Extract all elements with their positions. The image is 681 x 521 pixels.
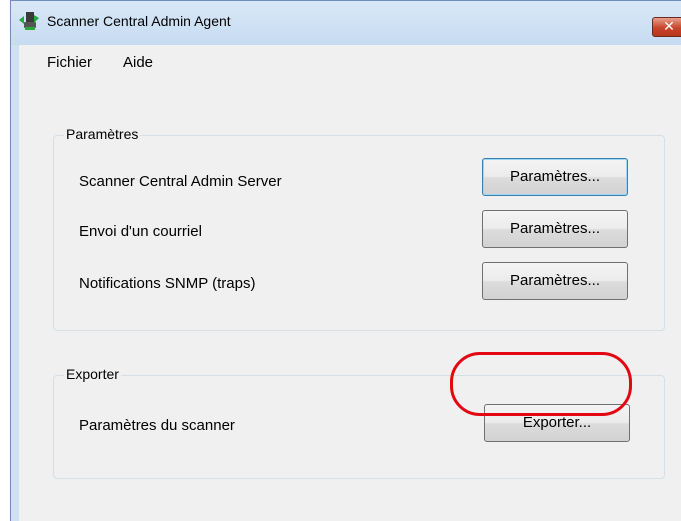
email-settings-button[interactable]: Paramètres... (482, 210, 628, 248)
admin-server-settings-button[interactable]: Paramètres... (482, 158, 628, 196)
export-group-title: Exporter (64, 366, 121, 382)
client-area: Fichier Aide Paramètres Scanner Central … (19, 45, 681, 521)
snmp-settings-button[interactable]: Paramètres... (482, 262, 628, 300)
row-label-scanner-settings: Paramètres du scanner (79, 417, 235, 434)
export-highlight-ring (450, 352, 632, 416)
settings-group-title: Paramètres (64, 126, 141, 142)
window-title: Scanner Central Admin Agent (47, 13, 231, 29)
app-window: Scanner Central Admin Agent ✕ Fichier Ai… (10, 0, 681, 521)
row-label-email: Envoi d'un courriel (79, 223, 202, 240)
close-icon[interactable]: ✕ (652, 17, 681, 37)
row-label-snmp: Notifications SNMP (traps) (79, 275, 256, 292)
scanner-app-icon (19, 12, 39, 30)
row-label-admin-server: Scanner Central Admin Server (79, 173, 282, 190)
menu-aide[interactable]: Aide (123, 54, 153, 71)
title-bar[interactable]: Scanner Central Admin Agent ✕ (11, 1, 681, 45)
menu-bar: Fichier Aide (19, 45, 681, 75)
menu-fichier[interactable]: Fichier (47, 54, 92, 71)
